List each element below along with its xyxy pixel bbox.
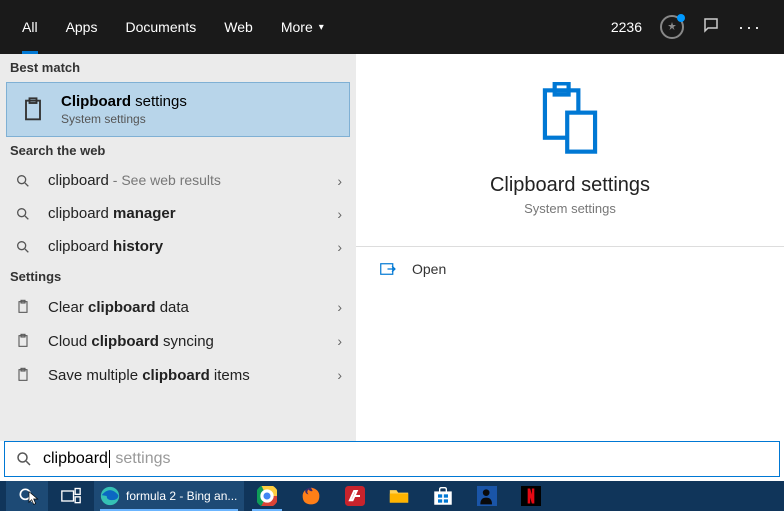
taskbar-chrome[interactable]: [246, 481, 288, 511]
search-icon: [14, 173, 32, 189]
search-icon: [15, 450, 33, 468]
clipboard-icon: [19, 96, 47, 124]
more-options-icon[interactable]: ···: [738, 17, 762, 38]
tab-documents[interactable]: Documents: [111, 0, 210, 54]
taskview-icon: [61, 486, 81, 506]
search-suggestion-text: settings: [111, 450, 171, 467]
taskbar: formula 2 - Bing an...: [0, 481, 784, 511]
s0b: clipboard: [88, 299, 156, 316]
s2b: clipboard: [142, 367, 210, 384]
s2c: items: [210, 367, 250, 384]
rewards-icon[interactable]: [660, 15, 684, 39]
settings-save-multiple[interactable]: Save multiple clipboard items ›: [0, 358, 356, 392]
web-result-1-bold: manager: [113, 205, 176, 222]
results-list: Best match Clipboard settings System set…: [0, 54, 356, 441]
tab-web[interactable]: Web: [210, 0, 267, 54]
clipboard-icon: [14, 332, 32, 350]
clipboard-icon: [14, 298, 32, 316]
expressvpn-icon: [345, 486, 365, 506]
section-best-match: Best match: [0, 54, 356, 81]
best-match-title-rest: settings: [131, 93, 187, 110]
chrome-icon: [257, 486, 277, 506]
settings-cloud-clipboard[interactable]: Cloud clipboard syncing ›: [0, 324, 356, 358]
text-caret: [109, 450, 110, 468]
feedback-icon[interactable]: [702, 16, 720, 39]
s0a: Clear: [48, 299, 88, 316]
clipboard-large-icon: [536, 82, 604, 160]
taskbar-firefox[interactable]: [290, 481, 332, 511]
search-typed-text: clipboard: [43, 450, 108, 467]
header-right: 2236 ···: [611, 15, 776, 39]
taskbar-file-explorer[interactable]: [378, 481, 420, 511]
open-action[interactable]: Open: [356, 247, 784, 291]
chevron-right-icon: ›: [337, 299, 342, 315]
section-search-web: Search the web: [0, 137, 356, 164]
taskbar-taskview-button[interactable]: [50, 481, 92, 511]
s1c: syncing: [159, 333, 214, 350]
tab-all[interactable]: All: [8, 0, 52, 54]
chevron-down-icon: ▾: [319, 22, 324, 33]
taskbar-expressvpn[interactable]: [334, 481, 376, 511]
person-icon: [477, 486, 497, 506]
section-settings: Settings: [0, 263, 356, 290]
taskbar-app-generic[interactable]: [466, 481, 508, 511]
web-result-0-text: clipboard: [48, 172, 109, 189]
s1b: clipboard: [91, 333, 159, 350]
preview-subtitle: System settings: [524, 201, 616, 216]
netflix-icon: [521, 486, 541, 506]
chevron-right-icon: ›: [337, 206, 342, 222]
tab-more-label: More: [281, 19, 313, 35]
web-result-clipboard-manager[interactable]: clipboard manager ›: [0, 197, 356, 230]
clipboard-icon: [14, 366, 32, 384]
search-input[interactable]: clipboard settings: [4, 441, 780, 477]
tab-apps[interactable]: Apps: [52, 0, 112, 54]
s2a: Save multiple: [48, 367, 142, 384]
cursor-icon: [28, 491, 42, 507]
search-results-panel: Best match Clipboard settings System set…: [0, 54, 784, 441]
preview-pane: Clipboard settings System settings Open: [356, 54, 784, 441]
rewards-points: 2236: [611, 19, 642, 35]
settings-clear-clipboard[interactable]: Clear clipboard data ›: [0, 290, 356, 324]
open-icon: [380, 261, 398, 277]
taskbar-netflix[interactable]: [510, 481, 552, 511]
web-result-1-prefix: clipboard: [48, 205, 113, 222]
folder-icon: [389, 486, 409, 506]
store-icon: [433, 486, 453, 506]
tab-more[interactable]: More ▾: [267, 0, 338, 54]
chevron-right-icon: ›: [337, 367, 342, 383]
open-label: Open: [412, 261, 446, 277]
web-result-0-sub: - See web results: [109, 172, 221, 188]
search-header: All Apps Documents Web More ▾ 2236 ···: [0, 0, 784, 54]
search-icon: [14, 206, 32, 222]
edge-icon: [100, 486, 120, 506]
s1a: Cloud: [48, 333, 91, 350]
best-match-title-bold: Clipboard: [61, 93, 131, 110]
web-result-clipboard[interactable]: clipboard - See web results ›: [0, 164, 356, 197]
chevron-right-icon: ›: [337, 239, 342, 255]
taskbar-edge-window[interactable]: formula 2 - Bing an...: [94, 481, 244, 511]
preview-title: Clipboard settings: [490, 174, 650, 197]
web-result-2-bold: history: [113, 238, 163, 255]
chevron-right-icon: ›: [337, 333, 342, 349]
web-result-clipboard-history[interactable]: clipboard history ›: [0, 230, 356, 263]
search-icon: [14, 239, 32, 255]
taskbar-search-button[interactable]: [6, 481, 48, 511]
firefox-icon: [301, 486, 321, 506]
chevron-right-icon: ›: [337, 173, 342, 189]
s0c: data: [156, 299, 189, 316]
web-result-2-prefix: clipboard: [48, 238, 113, 255]
taskbar-store[interactable]: [422, 481, 464, 511]
best-match-text: Clipboard settings System settings: [61, 93, 187, 126]
taskbar-edge-title: formula 2 - Bing an...: [126, 489, 237, 503]
best-match-item[interactable]: Clipboard settings System settings: [6, 82, 350, 137]
best-match-subtitle: System settings: [61, 112, 187, 126]
